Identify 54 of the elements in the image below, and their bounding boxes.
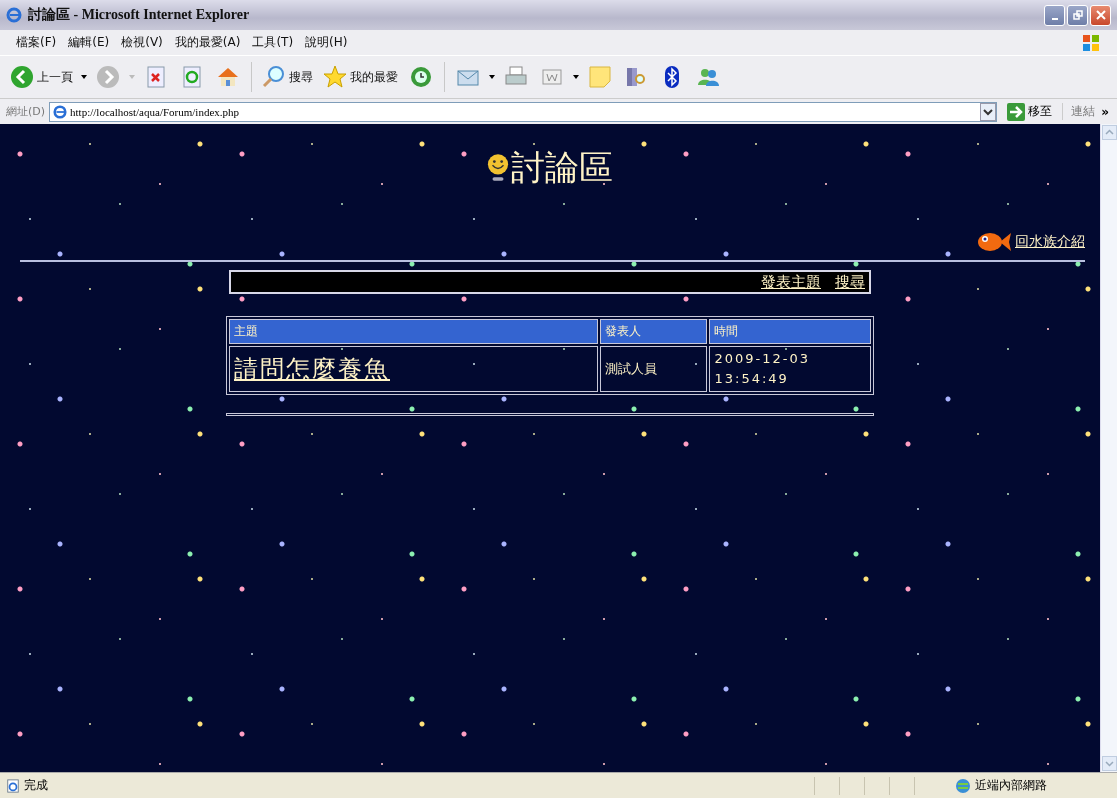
action-link[interactable]: 發表主題 xyxy=(761,272,821,292)
address-field[interactable]: http://localhost/aqua/Forum/index.php xyxy=(49,101,998,122)
aquarium-intro-link[interactable]: 回水族介紹 xyxy=(1015,233,1085,251)
menu-item[interactable]: 檢視(V) xyxy=(121,34,163,51)
restore-button[interactable] xyxy=(1067,4,1088,26)
close-button[interactable] xyxy=(1090,4,1111,26)
menu-item[interactable]: 工具(T) xyxy=(252,34,294,51)
status-text: 完成 xyxy=(24,777,48,794)
page-icon xyxy=(53,104,68,119)
scroll-down-icon[interactable] xyxy=(1102,756,1117,771)
search-icon xyxy=(262,65,286,89)
column-header: 發表人 xyxy=(600,319,708,344)
action-link[interactable]: 搜尋 xyxy=(835,272,865,292)
menu-item[interactable]: 檔案(F) xyxy=(16,34,57,51)
close-icon xyxy=(1095,10,1106,20)
scrollbar[interactable] xyxy=(1100,124,1117,772)
browser-logo-icon xyxy=(6,7,22,23)
menu-item[interactable]: 編輯(E) xyxy=(68,34,110,51)
fish-icon xyxy=(976,230,1012,254)
column-header: 主題 xyxy=(229,319,599,344)
star-icon xyxy=(323,65,347,89)
go-button[interactable]: 移至 xyxy=(1001,102,1059,121)
author-cell: 測試人員 xyxy=(600,346,708,392)
history-icon[interactable] xyxy=(409,65,433,89)
more-chevron[interactable]: » xyxy=(1099,104,1111,119)
address-label: 網址(D) xyxy=(6,104,46,119)
arrow-right-icon xyxy=(1007,102,1026,121)
topic-link[interactable]: 請問怎麼養魚 xyxy=(234,355,390,383)
globe-icon xyxy=(955,777,971,794)
windows-logo-icon xyxy=(1081,32,1101,53)
page-icon xyxy=(6,778,20,793)
restore-icon xyxy=(1072,10,1083,20)
caret-icon[interactable] xyxy=(573,75,579,79)
window-title: 討論區 - Microsoft Internet Explorer xyxy=(28,6,251,24)
research-books-icon[interactable] xyxy=(624,65,648,89)
refresh-icon[interactable] xyxy=(180,65,204,89)
column-header: 時間 xyxy=(709,319,871,344)
menu-item[interactable]: 說明(H) xyxy=(305,34,348,51)
search-button[interactable]: 搜尋 xyxy=(260,63,315,91)
caret-icon[interactable] xyxy=(81,75,87,79)
time-cell: 2009-12-03 13:54:49 xyxy=(709,346,871,392)
home-icon[interactable] xyxy=(216,65,240,89)
minimize-icon xyxy=(1051,18,1058,20)
minimize-button[interactable] xyxy=(1044,4,1065,26)
links-label[interactable]: 連結 xyxy=(1062,103,1096,120)
stop-icon[interactable] xyxy=(144,65,168,89)
page-heading: 討論區 xyxy=(511,146,613,189)
favorites-button[interactable]: 我的最愛 xyxy=(321,63,400,91)
back-button[interactable]: 上一頁 xyxy=(8,63,75,91)
scroll-up-icon[interactable] xyxy=(1102,125,1117,140)
menu-item[interactable]: 我的最愛(A) xyxy=(174,34,241,51)
caret-icon[interactable] xyxy=(489,75,495,79)
smiley-bulb-icon xyxy=(487,153,509,183)
zone-text: 近端內部網路 xyxy=(975,777,1047,794)
